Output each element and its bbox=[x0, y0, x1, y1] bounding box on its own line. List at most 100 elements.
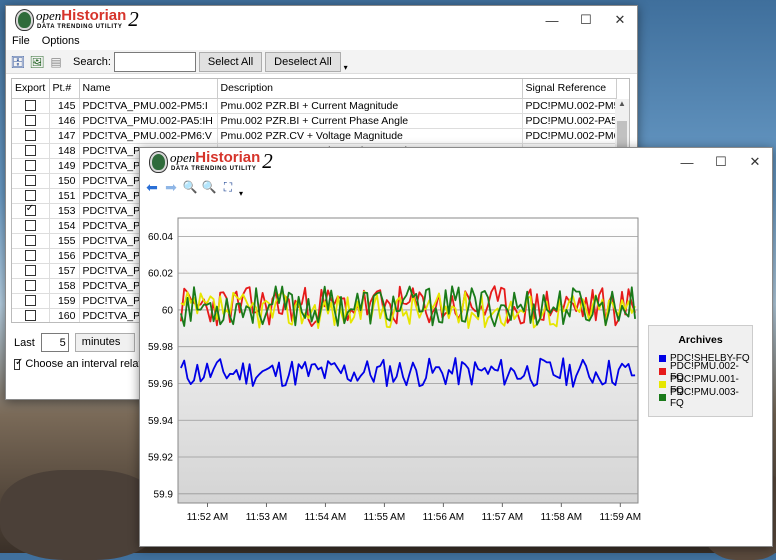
export-icon[interactable]: ▤ bbox=[48, 54, 64, 70]
select-all-button[interactable]: Select All bbox=[198, 51, 263, 72]
export-cell bbox=[12, 308, 50, 322]
export-cell bbox=[12, 248, 50, 264]
point-number-cell: 154 bbox=[49, 218, 80, 234]
chart-legend: Archives PDC!SHELBY-FQ PDC!PMU.002-FQ PDC!… bbox=[648, 325, 753, 417]
scroll-up-icon[interactable]: ▲ bbox=[615, 99, 629, 108]
point-number-cell: 147 bbox=[49, 128, 80, 144]
export-checkbox[interactable] bbox=[24, 190, 36, 202]
table-row[interactable]: 146 PDC!TVA_PMU.002-PA5:IH Pmu.002 PZR.BI … bbox=[12, 113, 617, 129]
export-checkbox[interactable] bbox=[24, 100, 36, 112]
maximize-icon[interactable]: ☐ bbox=[704, 148, 738, 176]
chart-window-controls: — ☐ ✕ bbox=[670, 148, 772, 176]
col-export[interactable]: Export bbox=[12, 79, 50, 99]
x-tick-label: 11:55 AM bbox=[364, 512, 406, 523]
zoom-out-icon[interactable]: 🔍 bbox=[201, 179, 217, 195]
y-tick-label: 60.02 bbox=[148, 269, 173, 280]
export-checkbox[interactable] bbox=[24, 295, 36, 307]
chart-area: 60.04 60.02 60 59.98 59.96 59.94 59.92 59.9 11:5… bbox=[142, 200, 770, 545]
x-tick-label: 11:58 AM bbox=[541, 512, 583, 523]
legend-swatch bbox=[659, 381, 666, 388]
col-point-number[interactable]: Pt.# bbox=[49, 79, 80, 99]
zoom-fit-icon[interactable]: ⛶ bbox=[220, 179, 236, 195]
export-checkbox[interactable] bbox=[24, 203, 36, 217]
signal-reference-cell: PDC!PMU.002-PM6 bbox=[522, 128, 617, 144]
forward-arrow-icon[interactable]: ➡ bbox=[163, 179, 179, 195]
maximize-icon[interactable]: ☐ bbox=[569, 6, 603, 34]
main-title-bar: openHistorian 2 DATA TRENDING UTILITY — … bbox=[6, 6, 637, 34]
col-name[interactable]: Name bbox=[79, 79, 218, 99]
export-checkbox[interactable] bbox=[24, 280, 36, 292]
export-checkbox[interactable] bbox=[24, 235, 36, 247]
point-number-cell: 146 bbox=[49, 113, 80, 129]
menu-file[interactable]: File bbox=[12, 34, 30, 48]
menu-options[interactable]: Options bbox=[42, 34, 80, 48]
legend-swatch bbox=[659, 394, 666, 401]
close-icon[interactable]: ✕ bbox=[738, 148, 772, 176]
export-checkbox[interactable] bbox=[24, 250, 36, 262]
export-checkbox[interactable] bbox=[24, 310, 36, 322]
toolbar-overflow-icon[interactable]: ▾ bbox=[239, 189, 243, 198]
export-checkbox[interactable] bbox=[24, 265, 36, 277]
last-value-input[interactable] bbox=[40, 333, 69, 352]
search-input[interactable] bbox=[113, 51, 196, 72]
main-toolbar: 🗄 🖼 ▤ Search: Select All Deselect All ▾ bbox=[6, 50, 637, 74]
name-cell: PDC!TVA_PMU.002-PA5:IH bbox=[79, 113, 218, 129]
legend-label: PDC!PMU.003-FQ bbox=[669, 386, 739, 409]
trend-chart-icon[interactable]: 🖼 bbox=[29, 54, 45, 70]
signal-reference-cell: PDC!PMU.002-PM5 bbox=[522, 98, 617, 114]
search-label: Search: bbox=[73, 55, 111, 68]
x-tick-label: 11:52 AM bbox=[187, 512, 229, 523]
point-number-cell: 150 bbox=[49, 173, 80, 189]
chart-logo-version: 2 bbox=[262, 149, 273, 173]
export-checkbox[interactable] bbox=[24, 160, 36, 172]
chart-logo-tagline: DATA TRENDING UTILITY bbox=[171, 166, 257, 172]
time-range-panel: Last minutes Choose an interval relati bbox=[14, 333, 144, 370]
minimize-icon[interactable]: — bbox=[670, 148, 704, 176]
export-cell bbox=[12, 203, 50, 219]
point-number-cell: 149 bbox=[49, 158, 80, 174]
zoom-in-icon[interactable]: 🔍 bbox=[182, 179, 198, 195]
x-tick-label: 11:54 AM bbox=[305, 512, 347, 523]
col-signal-reference[interactable]: Signal Reference bbox=[522, 79, 617, 99]
export-checkbox[interactable] bbox=[24, 115, 36, 127]
export-cell bbox=[12, 173, 50, 189]
back-arrow-icon[interactable]: ⬅ bbox=[144, 179, 160, 195]
y-tick-label: 60 bbox=[162, 305, 174, 316]
point-number-cell: 151 bbox=[49, 188, 80, 204]
point-number-cell: 156 bbox=[49, 248, 80, 264]
grid-header: Export Pt.# Name Description Signal Refe… bbox=[12, 79, 617, 99]
minimize-icon[interactable]: — bbox=[535, 6, 569, 34]
point-number-cell: 160 bbox=[49, 308, 80, 322]
legend-title: Archives bbox=[678, 334, 723, 346]
legend-swatch bbox=[659, 355, 666, 362]
export-checkbox[interactable] bbox=[24, 145, 36, 157]
point-number-cell: 158 bbox=[49, 278, 80, 294]
table-row[interactable]: 147 PDC!TVA_PMU.002-PM6:V Pmu.002 PZR.CV +… bbox=[12, 128, 617, 144]
x-tick-label: 11:56 AM bbox=[423, 512, 465, 523]
toolbar-overflow-icon[interactable]: ▾ bbox=[344, 63, 348, 72]
export-checkbox[interactable] bbox=[24, 130, 36, 142]
x-tick-label: 11:53 AM bbox=[246, 512, 288, 523]
export-cell bbox=[12, 233, 50, 249]
x-tick-label: 11:57 AM bbox=[482, 512, 524, 523]
point-number-cell: 155 bbox=[49, 233, 80, 249]
description-cell: Pmu.002 PZR.BI + Current Magnitude bbox=[217, 98, 523, 114]
export-checkbox[interactable] bbox=[24, 175, 36, 187]
y-tick-label: 59.92 bbox=[148, 453, 173, 464]
last-label: Last bbox=[14, 336, 35, 349]
interval-checkbox[interactable] bbox=[14, 357, 24, 370]
y-tick-label: 59.98 bbox=[148, 342, 173, 353]
chart-app-logo: openHistorian 2 DATA TRENDING UTILITY bbox=[150, 149, 273, 175]
point-number-cell: 159 bbox=[49, 293, 80, 309]
table-row[interactable]: 145 PDC!TVA_PMU.002-PM5:I Pmu.002 PZR.BI +… bbox=[12, 98, 617, 114]
name-cell: PDC!TVA_PMU.002-PM6:V bbox=[79, 128, 218, 144]
export-cell bbox=[12, 98, 50, 114]
export-cell bbox=[12, 113, 50, 129]
col-description[interactable]: Description bbox=[217, 79, 523, 99]
window-controls: — ☐ ✕ bbox=[535, 6, 637, 34]
export-checkbox[interactable] bbox=[24, 220, 36, 232]
time-unit-select[interactable]: minutes bbox=[74, 333, 135, 352]
database-icon[interactable]: 🗄 bbox=[10, 54, 26, 70]
deselect-all-button[interactable]: Deselect All bbox=[265, 51, 341, 72]
close-icon[interactable]: ✕ bbox=[603, 6, 637, 34]
